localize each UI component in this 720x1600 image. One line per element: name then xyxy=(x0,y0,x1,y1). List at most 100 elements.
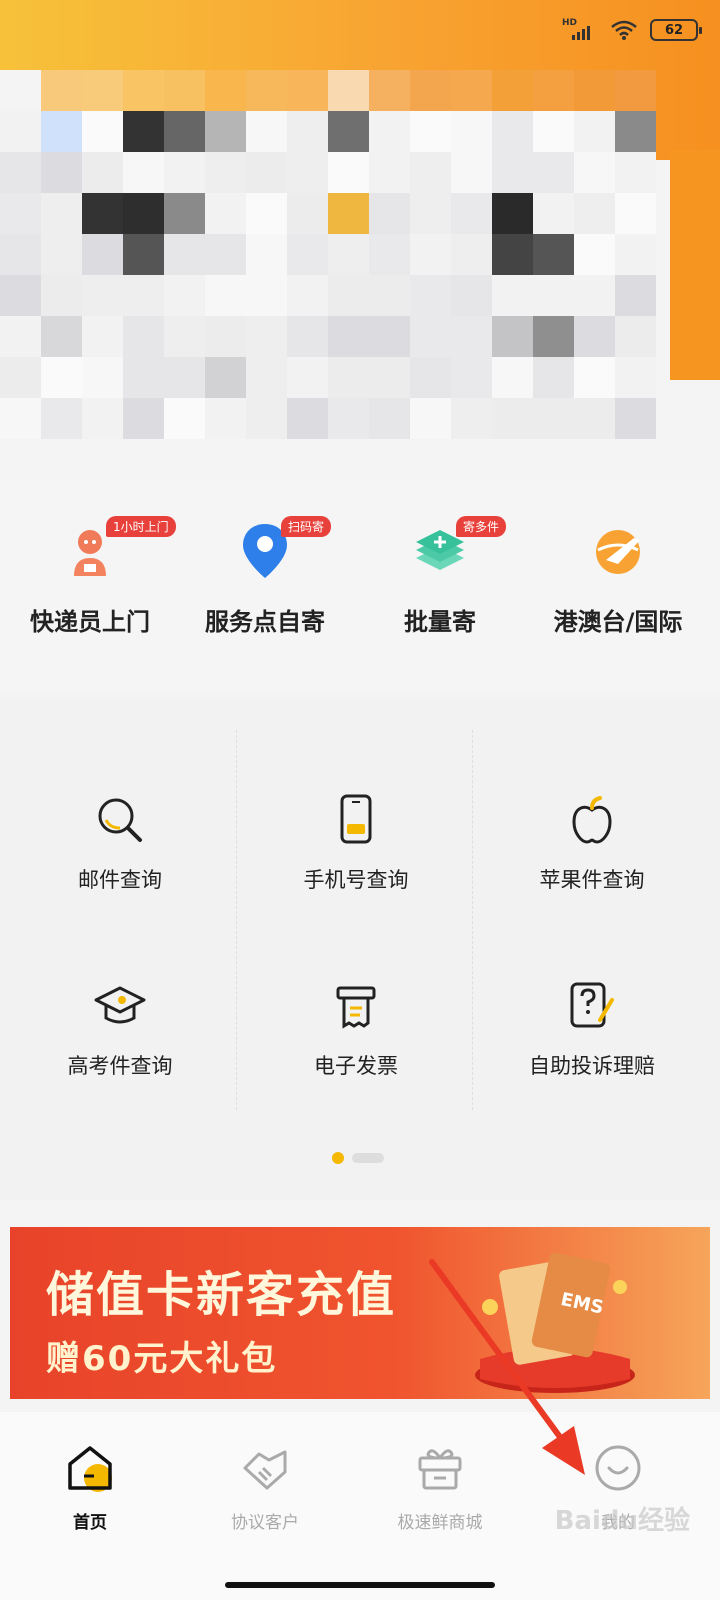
mosaic-cell xyxy=(492,193,533,234)
quick-action-label: 快递员上门 xyxy=(30,608,150,636)
mosaic-cell xyxy=(533,111,574,152)
battery-level: 62 xyxy=(664,22,684,38)
quick-action-label: 批量寄 xyxy=(404,608,476,636)
grid-item-e-invoice[interactable]: 电子发票 xyxy=(236,980,476,1080)
mosaic-cell xyxy=(287,152,328,193)
mosaic-cell xyxy=(533,398,574,439)
mosaic-cell xyxy=(123,70,164,111)
mosaic-cell xyxy=(287,316,328,357)
mosaic-cell xyxy=(41,193,82,234)
grid-item-exam-query[interactable]: 高考件查询 xyxy=(0,980,240,1080)
quick-action-courier[interactable]: 1小时上门 快递员上门 xyxy=(0,516,180,637)
grid-item-apple-query[interactable]: 苹果件查询 xyxy=(472,794,712,894)
promo-title: 储值卡新客充值 xyxy=(46,1267,397,1323)
grid-item-mail-query[interactable]: 邮件查询 xyxy=(0,794,240,894)
mosaic-cell xyxy=(164,275,205,316)
mosaic-cell xyxy=(369,193,410,234)
quick-action-self-drop[interactable]: 扫码寄 服务点自寄 xyxy=(175,516,355,637)
mosaic-cell xyxy=(328,357,369,398)
mosaic-cell xyxy=(574,357,615,398)
pixelated-banner xyxy=(0,70,720,470)
mosaic-cell xyxy=(328,193,369,234)
phone-icon xyxy=(340,794,372,844)
page-dot[interactable] xyxy=(352,1153,384,1163)
home-icon xyxy=(68,1446,112,1492)
page-dot-active xyxy=(332,1152,344,1164)
mosaic-cell xyxy=(82,193,123,234)
nav-home[interactable]: 首页 xyxy=(10,1442,170,1533)
mosaic-cell xyxy=(369,275,410,316)
mosaic-cell xyxy=(492,316,533,357)
nav-fresh-mall[interactable]: 极速鲜商城 xyxy=(360,1442,520,1533)
mosaic-cell xyxy=(0,111,41,152)
mosaic-cell xyxy=(82,316,123,357)
mosaic-cell xyxy=(492,398,533,439)
mosaic-cell xyxy=(123,193,164,234)
nav-label: 协议客户 xyxy=(231,1513,299,1533)
mosaic-cell xyxy=(246,398,287,439)
mosaic-cell xyxy=(41,398,82,439)
globe-plane-icon xyxy=(596,530,640,574)
grid-item-phone-query[interactable]: 手机号查询 xyxy=(236,794,476,894)
grid-item-label: 手机号查询 xyxy=(303,868,409,892)
mosaic-cell xyxy=(82,398,123,439)
mosaic-cell xyxy=(164,357,205,398)
mosaic-cell xyxy=(205,234,246,275)
mosaic-cell xyxy=(533,193,574,234)
mosaic-cell xyxy=(410,70,451,111)
quick-action-batch[interactable]: 寄多件 批量寄 xyxy=(350,516,530,637)
mosaic-cell xyxy=(574,398,615,439)
nav-agreement-customer[interactable]: 协议客户 xyxy=(185,1442,345,1533)
mosaic-cell xyxy=(451,357,492,398)
mosaic-cell xyxy=(287,357,328,398)
promo-subtitle: 赠60元大礼包 xyxy=(46,1339,278,1379)
mosaic-cell xyxy=(615,275,656,316)
mosaic-cell xyxy=(492,111,533,152)
mosaic-cell xyxy=(0,152,41,193)
mosaic-cell xyxy=(492,152,533,193)
nav-label: 极速鲜商城 xyxy=(397,1513,483,1533)
mosaic-cell xyxy=(615,70,656,111)
grid-item-label: 苹果件查询 xyxy=(539,868,645,892)
mosaic-cell xyxy=(82,357,123,398)
mosaic-cell xyxy=(451,275,492,316)
mosaic-cell xyxy=(533,357,574,398)
mosaic-cell xyxy=(82,234,123,275)
mosaic-cell xyxy=(41,70,82,111)
mosaic-cell xyxy=(205,111,246,152)
mosaic-cell xyxy=(574,70,615,111)
mosaic-cell xyxy=(82,111,123,152)
mosaic-cell xyxy=(123,152,164,193)
quick-action-label: 服务点自寄 xyxy=(205,608,325,636)
quick-action-badge: 1小时上门 xyxy=(106,516,176,537)
apple-icon xyxy=(572,796,612,844)
mosaic-cell xyxy=(451,193,492,234)
mosaic-cell xyxy=(451,398,492,439)
mosaic-cell xyxy=(492,234,533,275)
mosaic-cell xyxy=(369,111,410,152)
promo-banner[interactable]: 储值卡新客充值 赠60元大礼包 EMS xyxy=(10,1227,710,1399)
quick-action-badge: 扫码寄 xyxy=(281,516,332,537)
mosaic-cell xyxy=(574,152,615,193)
mosaic-cell xyxy=(164,316,205,357)
mosaic-cell xyxy=(246,316,287,357)
mosaic-cell xyxy=(533,316,574,357)
mosaic-cell xyxy=(0,357,41,398)
quick-action-international[interactable]: 港澳台/国际 xyxy=(528,520,708,637)
mosaic-cell xyxy=(287,193,328,234)
mosaic-cell xyxy=(451,70,492,111)
mosaic-cell xyxy=(164,193,205,234)
mosaic-cell xyxy=(246,111,287,152)
mosaic-cell xyxy=(287,275,328,316)
mosaic-cell xyxy=(123,234,164,275)
mosaic-cell xyxy=(410,357,451,398)
mosaic-cell xyxy=(246,193,287,234)
profile-smile-icon xyxy=(595,1445,641,1491)
grid-item-complaint[interactable]: 自助投诉理赔 xyxy=(472,980,712,1080)
mosaic-cell xyxy=(0,70,41,111)
mosaic-cell xyxy=(533,234,574,275)
mosaic-cell xyxy=(164,111,205,152)
mosaic-cell xyxy=(615,398,656,439)
mosaic-cell xyxy=(369,398,410,439)
mosaic-cell xyxy=(451,111,492,152)
